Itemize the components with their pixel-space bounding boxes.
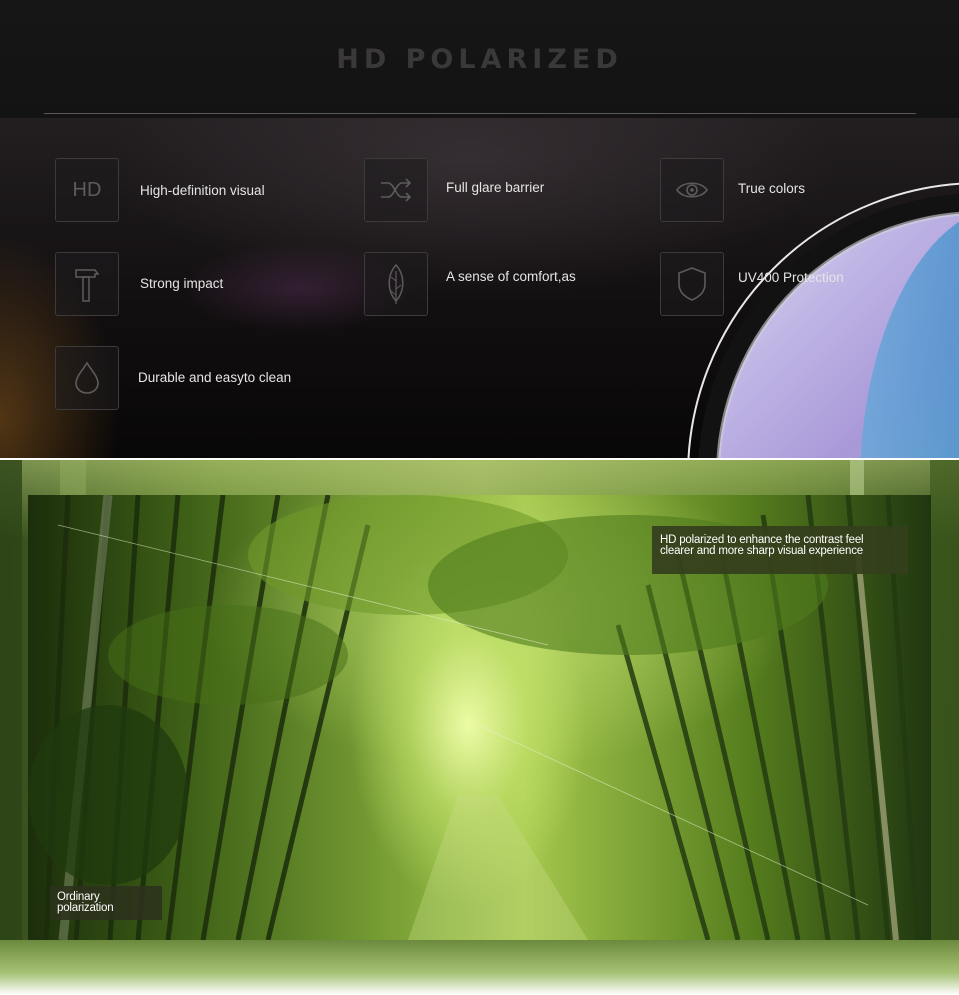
shuffle-icon — [364, 158, 428, 222]
feature-label: Durable and easyto clean — [138, 369, 292, 385]
feature-label: A sense of comfort,as — [446, 268, 576, 284]
feature-label: Full glare barrier — [446, 179, 545, 195]
comparison-panel: HD polarized to enhance the contrast fee… — [0, 460, 959, 995]
feature-comfort: A sense of comfort,as — [364, 252, 576, 316]
features-panel: HD POLARIZED HD High-definition visual F… — [0, 0, 959, 458]
hd-caption-text: HD polarized to enhance the contrast fee… — [660, 534, 864, 557]
blurred-ground — [0, 940, 959, 995]
feature-easy-clean: Durable and easyto clean — [55, 346, 291, 410]
page-title: HD POLARIZED — [336, 44, 623, 75]
eye-icon — [660, 158, 724, 222]
feather-icon — [364, 252, 428, 316]
title-divider — [44, 113, 916, 114]
water-drop-icon — [55, 346, 119, 410]
feature-strong-impact: Strong impact — [55, 252, 223, 316]
ordinary-caption-text: Ordinary polarization — [57, 891, 114, 914]
hd-polarized-caption: HD polarized to enhance the contrast fee… — [652, 526, 908, 574]
hammer-icon — [55, 252, 119, 316]
feature-hd-visual: HD High-definition visual — [55, 158, 265, 222]
feature-glare-barrier: Full glare barrier — [364, 158, 544, 222]
ordinary-polarization-caption: Ordinary polarization — [50, 886, 162, 920]
hd-icon-text: HD — [72, 178, 102, 201]
hd-icon: HD — [55, 158, 119, 222]
feature-uv400: UV400 Protection — [660, 252, 844, 316]
feature-label: True colors — [738, 180, 806, 196]
feature-label: High-definition visual — [140, 182, 265, 198]
feature-label: Strong impact — [140, 275, 224, 291]
bamboo-forest-photo: HD polarized to enhance the contrast fee… — [28, 495, 931, 940]
feature-true-colors: True colors — [660, 158, 805, 222]
shield-icon — [660, 252, 724, 316]
feature-label: UV400 Protection — [738, 269, 844, 285]
